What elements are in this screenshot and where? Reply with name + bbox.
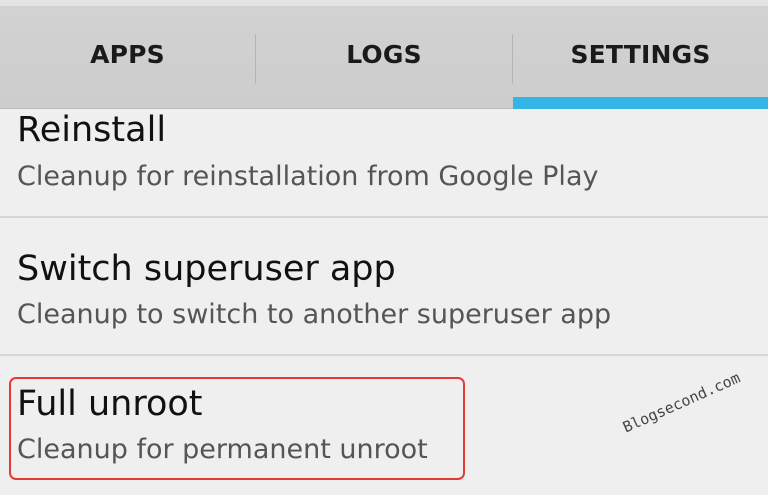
screen: APPS LOGS SETTINGS Reinstall Cleanup for… — [0, 0, 768, 495]
item-title: Switch superuser app — [17, 249, 396, 289]
tab-bar: APPS LOGS SETTINGS — [0, 0, 768, 109]
tab-apps-label: APPS — [90, 40, 165, 69]
tab-logs-label: LOGS — [346, 40, 422, 69]
item-summary: Cleanup to switch to another superuser a… — [17, 299, 612, 330]
tab-apps[interactable]: APPS — [0, 6, 255, 103]
list-divider — [0, 354, 768, 356]
list-divider — [0, 216, 768, 218]
item-title: Reinstall — [17, 110, 167, 150]
tab-logs[interactable]: LOGS — [256, 6, 512, 103]
tab-settings-label: SETTINGS — [570, 40, 711, 69]
active-tab-indicator — [513, 97, 768, 109]
list-item-switch-superuser-app[interactable]: Switch superuser app Cleanup to switch t… — [0, 219, 768, 355]
tab-settings[interactable]: SETTINGS — [513, 6, 768, 103]
list-item-reinstall[interactable]: Reinstall Cleanup for reinstallation fro… — [0, 109, 768, 217]
item-summary: Cleanup for reinstallation from Google P… — [17, 161, 599, 192]
highlight-annotation-box — [9, 377, 465, 480]
